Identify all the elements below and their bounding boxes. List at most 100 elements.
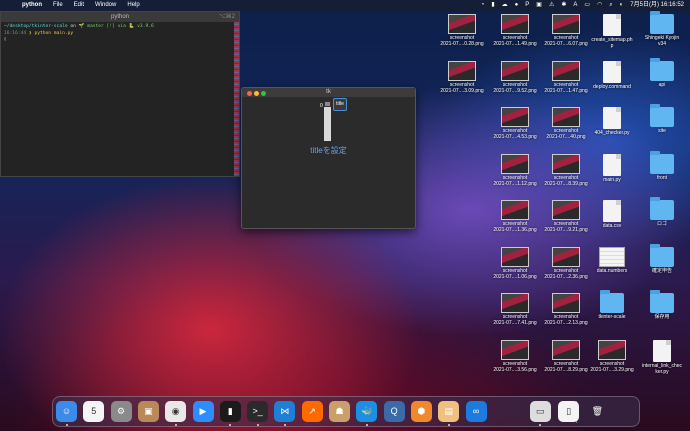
desktop-icon-shot[interactable]: screenshot 2021-07....8.39.png (540, 153, 592, 187)
dock-preview-icon[interactable]: ▭ (529, 401, 551, 422)
control-center-icon[interactable]: ◐ (620, 0, 624, 11)
desktop-icon-shot[interactable]: screenshot 2021-07....8.29.png (540, 339, 592, 373)
scale-slider-handle[interactable] (324, 101, 331, 107)
battery-icon[interactable]: ▭ (584, 0, 590, 11)
desktop-icon-shot[interactable]: screenshot 2021-07....4.53.png (489, 107, 541, 140)
desktop-icon-folder[interactable]: 確定申告 (636, 243, 688, 274)
desktop-icon-folder[interactable]: site (636, 104, 688, 134)
terminal-titlebar[interactable]: python ⌥⌘2 (1, 12, 239, 22)
cloud-icon[interactable]: ☁ (502, 0, 508, 11)
desktop-icon-shot[interactable]: screenshot 2021-07....1.06.png (489, 246, 541, 280)
desktop-icon-shot[interactable]: screenshot 2021-07....40.png (540, 107, 592, 140)
desktop-icon-label: screenshot 2021-07....3.29.png (590, 360, 634, 373)
dock-trash-icon[interactable]: 🗑 (587, 401, 608, 422)
desktop-icon-shot[interactable]: screenshot 2021-07....9.21.png (540, 200, 592, 233)
desktop-icon-doc[interactable]: create_sitemap.ph p (586, 14, 638, 49)
menu-file[interactable]: File (53, 0, 63, 11)
desktop-icon-shot[interactable]: screenshot 2021-07....6.07.png (540, 14, 592, 47)
dock-vscode-icon[interactable]: ⋈ (274, 401, 296, 422)
desktop-icon-label: screenshot 2021-07....0.28.png (440, 35, 484, 47)
dock-document-icon[interactable]: ▯ (558, 401, 580, 422)
dock-stickies-icon[interactable]: ▤ (438, 401, 460, 422)
photo-icon[interactable]: ▣ (536, 0, 542, 11)
bell-icon[interactable]: ◔ (481, 0, 485, 11)
desktop-icon-label: screenshot 2021-07....2.36.png (544, 267, 588, 280)
record-icon[interactable]: ● (515, 0, 519, 11)
tk-titlebar[interactable]: tk (242, 88, 415, 97)
desktop-icon-doc[interactable]: data.csv (586, 200, 638, 229)
desktop-icon-doc[interactable]: main.py (586, 153, 638, 183)
dock-transmit-icon[interactable]: ☗ (329, 401, 350, 422)
wifi-icon[interactable]: ◠ (597, 0, 602, 11)
dock-terminal-green-icon[interactable]: ▮ (219, 401, 241, 422)
desktop-icon-shot[interactable]: screenshot 2021-07....3.09.png (436, 60, 488, 94)
dock-settings-icon[interactable]: ⚙ (110, 401, 132, 422)
scale-trough[interactable] (324, 101, 331, 141)
desktop-icon-shot[interactable]: screenshot 2021-07....2.13.png (540, 293, 592, 326)
desktop-icon-shot[interactable]: screenshot 2021-07....7.41.png (489, 293, 541, 326)
screenshot-thumbnail-icon (501, 246, 529, 267)
dock-terminal-icon[interactable]: >_ (247, 401, 269, 422)
terminal-output[interactable]: ~/desktop/tkinter-scale on 🌱 master [!] … (1, 22, 239, 46)
screenshot-thumbnail-icon (501, 293, 529, 313)
desktop-icon-shot[interactable]: screenshot 2021-07....1.12.png (489, 153, 541, 187)
desktop-icon-label: internal_link_chec ker.py (641, 362, 683, 375)
menu-edit[interactable]: Edit (74, 0, 84, 11)
desktop-icon-doc[interactable]: 404_checker.py (586, 107, 638, 136)
parking-icon[interactable]: P (525, 0, 529, 11)
desktop-icon-folder[interactable]: Shingeki Kyojin v34 (636, 11, 688, 47)
dock-chrome-icon[interactable]: ◉ (165, 401, 187, 422)
desktop-icon-folder[interactable]: front (636, 150, 688, 181)
desktop-icon-label: screenshot 2021-07....8.29.png (544, 360, 588, 373)
tk-window[interactable]: tk 0 title titleを設定 (241, 87, 416, 229)
title-button[interactable]: title (333, 98, 347, 111)
clock[interactable]: 7月5日(月) 16:16:52 (630, 0, 684, 11)
desktop-icon-folder[interactable]: 保存用 (636, 290, 688, 320)
menu-window[interactable]: Window (95, 0, 116, 11)
desktop-icon-folder[interactable]: tkinter-scale (586, 290, 638, 320)
desktop-icon-shot[interactable]: screenshot 2021-07....1.47.png (540, 60, 592, 94)
status-area: ◔ ▮ ☁ ● P ▣ ⚠ ✱ A ▭ ◠ ⌕ ◐ 7月5日(月) 16:16:… (481, 0, 684, 11)
dock-calendar-icon[interactable]: 5 (83, 401, 105, 422)
screenshot-thumbnail-icon (501, 200, 529, 220)
dock-quicktime-icon[interactable]: Q (383, 401, 405, 422)
dock-finder-icon[interactable]: ☺ (56, 401, 77, 422)
desktop-icon-label: 保存用 (654, 314, 670, 320)
desktop-icon-folder[interactable]: api (636, 57, 688, 88)
desktop-icon-shot[interactable]: screenshot 2021-07....9.52.png (489, 60, 541, 94)
desktop-icon-shot[interactable]: screenshot 2021-07....0.28.png (436, 14, 488, 47)
folder-icon (650, 243, 674, 267)
desktop-icon-sheet[interactable]: data.numbers (586, 246, 638, 274)
desktop-icon-shot[interactable]: screenshot 2021-07....3.29.png (586, 339, 638, 373)
desktop-icon-doc[interactable]: deploy.command (586, 60, 638, 90)
desktop-icon-label: data.numbers (596, 267, 628, 274)
document-icon (603, 200, 621, 222)
dock-activity-icon[interactable]: ↗ (301, 401, 323, 422)
desktop-icon-shot[interactable]: screenshot 2021-07....3.56.png (489, 339, 541, 373)
search-icon[interactable]: ⌕ (609, 0, 612, 11)
folder-icon (650, 197, 674, 220)
dock-docker-icon[interactable]: 🐳 (356, 401, 378, 422)
desktop-icon-shot[interactable]: screenshot 2021-07....1.49.png (489, 14, 541, 47)
menu-app-name[interactable]: python (22, 0, 42, 11)
terminal-window[interactable]: python ⌥⌘2 ~/desktop/tkinter-scale on 🌱 … (0, 11, 240, 177)
menu-help[interactable]: Help (127, 0, 139, 11)
tk-window-title: tk (326, 89, 331, 95)
dock-infinity-icon[interactable]: ∞ (465, 401, 487, 422)
dock-sourcetree-icon[interactable]: ⬢ (410, 401, 432, 422)
dock-zoom-icon[interactable]: ▶ (192, 401, 214, 422)
bluetooth-icon[interactable]: ✱ (561, 0, 566, 11)
desktop-icon-folder[interactable]: ロゴ (636, 197, 688, 227)
desktop-icon-shot[interactable]: screenshot 2021-07....2.36.png (540, 246, 592, 280)
desktop-icon-doc[interactable]: internal_link_chec ker.py (636, 339, 688, 375)
document-icon (603, 60, 621, 83)
alert-icon[interactable]: ⚠ (549, 0, 554, 11)
screenshot-thumbnail-icon (552, 293, 580, 313)
input-method-icon[interactable]: A (573, 0, 577, 11)
desktop-icon-label: screenshot 2021-07....7.41.png (493, 314, 537, 326)
prompt-branch: 🌱 master [!] via 🐍 v3.9.6 (78, 24, 154, 29)
desktop-icon-label: api (658, 81, 666, 88)
dock-contacts-icon[interactable]: ▣ (137, 401, 159, 422)
desktop-icon-shot[interactable]: screenshot 2021-07....1.36.png (489, 200, 541, 233)
storage-icon[interactable]: ▮ (491, 0, 494, 11)
